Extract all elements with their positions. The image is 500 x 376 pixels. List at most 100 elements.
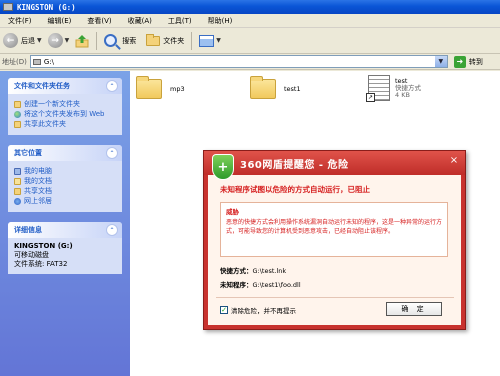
address-value: G:\ [43, 57, 55, 66]
menu-bar: 文件(F) 编辑(E) 查看(V) 收藏(A) 工具(T) 帮助(H) [0, 14, 500, 28]
menu-view[interactable]: 查看(V) [79, 16, 119, 26]
warning-message: 未知程序试图以危险的方式自动运行，已阻止 [220, 185, 370, 194]
menu-favorites[interactable]: 收藏(A) [120, 16, 160, 26]
drive-icon [3, 3, 13, 11]
task-label: 将这个文件夹发布到 Web [24, 110, 105, 118]
program-value: G:\test1\foo.dll [252, 281, 301, 289]
details-drive-name: KINGSTON (G:) [14, 242, 73, 250]
file-name: test1 [284, 85, 301, 93]
documents-icon [14, 178, 21, 185]
file-name: mp3 [170, 85, 185, 93]
checkbox-label: 清除危险，并不再提示 [231, 307, 296, 315]
computer-icon [14, 168, 21, 175]
shortcut-arrow-icon: ↗ [366, 93, 375, 102]
file-item-test-shortcut[interactable]: ↗ test 快捷方式 4 KB [366, 75, 421, 102]
menu-file[interactable]: 文件(F) [0, 16, 40, 26]
globe-icon [14, 111, 21, 118]
collapse-icon[interactable]: ⌃ [106, 224, 118, 236]
place-network[interactable]: 网上邻居 [14, 197, 116, 205]
window-title: KINGSTON (G:) [17, 2, 76, 12]
search-button[interactable]: 搜索 [101, 30, 139, 52]
file-tasks-header[interactable]: 文件和文件夹任务 ⌃ [8, 78, 122, 94]
file-tasks-panel: 文件和文件夹任务 ⌃ 创建一个新文件夹 将这个文件夹发布到 Web 共享此文件夹 [8, 78, 122, 135]
place-my-computer[interactable]: 我的电脑 [14, 167, 116, 175]
security-alert-dialog: + 360网盾提醒您 - 危险 × 未知程序试图以危险的方式自动运行，已阻止 威… [203, 150, 466, 330]
details-header[interactable]: 详细信息 ⌃ [8, 222, 122, 238]
other-places-header[interactable]: 其它位置 ⌃ [8, 145, 122, 161]
task-share-folder[interactable]: 共享此文件夹 [14, 120, 116, 128]
chevron-down-icon: ▼ [64, 37, 70, 44]
details-file-system: 文件系统: FAT32 [14, 260, 68, 268]
place-label: 共享文档 [24, 187, 52, 195]
menu-help[interactable]: 帮助(H) [200, 16, 241, 26]
drive-icon [32, 58, 41, 65]
shortcut-value: G:\test.lnk [252, 267, 287, 275]
title-bar[interactable]: KINGSTON (G:) [0, 0, 500, 14]
close-button[interactable]: × [448, 155, 460, 166]
clear-danger-checkbox[interactable]: ✓ [220, 306, 228, 314]
program-label: 未知程序： [220, 281, 253, 289]
collapse-icon[interactable]: ⌃ [106, 80, 118, 92]
folder-icon [136, 76, 162, 99]
address-input[interactable]: G:\ ▼ [29, 55, 448, 68]
task-label: 创建一个新文件夹 [24, 100, 80, 108]
dialog-title: 360网盾提醒您 - 危险 [240, 159, 349, 171]
go-label: 转到 [468, 57, 483, 66]
go-button[interactable]: ➜ 转到 [453, 55, 483, 68]
place-label: 网上邻居 [24, 197, 52, 205]
clear-danger-checkbox-row[interactable]: ✓ 清除危险，并不再提示 [220, 305, 296, 315]
share-folder-icon [14, 121, 21, 128]
folders-label: 文件夹 [163, 36, 185, 45]
shortcut-file-icon: ↗ [366, 75, 390, 102]
task-label: 共享此文件夹 [24, 120, 66, 128]
details-drive-type: 可移动磁盘 [14, 251, 49, 259]
task-new-folder[interactable]: 创建一个新文件夹 [14, 100, 116, 108]
toolbar-separator [191, 31, 193, 50]
up-folder-button[interactable] [72, 30, 92, 52]
shortcut-info: 快捷方式：G:\test.lnk [220, 265, 286, 275]
collapse-icon[interactable]: ⌃ [106, 147, 118, 159]
up-folder-icon [75, 34, 89, 47]
place-label: 我的文档 [24, 177, 52, 185]
go-arrow-icon: ➜ [453, 55, 466, 68]
place-shared-documents[interactable]: 共享文档 [14, 187, 116, 195]
file-item-mp3[interactable]: mp3 [136, 76, 185, 99]
program-info: 未知程序：G:\test1\foo.dll [220, 279, 301, 289]
shield-icon: + [212, 154, 234, 180]
search-label: 搜索 [122, 36, 137, 45]
folders-button[interactable]: 文件夹 [143, 30, 187, 52]
task-publish-web[interactable]: 将这个文件夹发布到 Web [14, 110, 116, 118]
back-label: 后退 [21, 36, 35, 45]
threat-title: 威胁 [226, 208, 239, 216]
threat-description: 恶意的快捷方式会利用操作系统漏洞自动运行未知的程序，这是一种异常的运行方式，可能… [226, 219, 443, 235]
menu-tools[interactable]: 工具(T) [160, 16, 200, 26]
dialog-divider [216, 297, 454, 298]
address-dropdown-button[interactable]: ▼ [434, 56, 447, 67]
file-item-test1[interactable]: test1 [250, 76, 301, 99]
back-arrow-icon: ← [3, 33, 18, 48]
chevron-down-icon: ▼ [37, 37, 42, 44]
toolbar: ← 后退 ▼ → ▼ 搜索 文件夹 ▼ [0, 28, 500, 54]
network-icon [14, 198, 21, 205]
address-label: 地址(D) [2, 57, 27, 66]
address-bar: 地址(D) G:\ ▼ ➜ 转到 [0, 54, 500, 70]
toolbar-separator [96, 31, 98, 50]
task-pane: 文件和文件夹任务 ⌃ 创建一个新文件夹 将这个文件夹发布到 Web 共享此文件夹… [0, 71, 130, 376]
forward-button[interactable]: → ▼ [45, 30, 73, 52]
chevron-down-icon: ▼ [216, 37, 221, 44]
shortcut-label: 快捷方式： [220, 267, 253, 275]
folder-icon [146, 33, 161, 46]
views-button[interactable]: ▼ [196, 30, 224, 52]
forward-arrow-icon: → [47, 33, 63, 48]
folder-icon [250, 76, 276, 99]
menu-edit[interactable]: 编辑(E) [40, 16, 80, 26]
ok-button[interactable]: 确 定 [386, 302, 442, 316]
place-my-documents[interactable]: 我的文档 [14, 177, 116, 185]
other-places-title: 其它位置 [14, 149, 42, 157]
search-icon [104, 34, 118, 47]
dialog-header[interactable]: + 360网盾提醒您 - 危险 × [204, 151, 465, 180]
shared-documents-icon [14, 188, 21, 195]
back-button[interactable]: ← 后退 ▼ [0, 30, 45, 52]
file-size: 4 KB [395, 90, 410, 99]
new-folder-icon [14, 101, 21, 108]
